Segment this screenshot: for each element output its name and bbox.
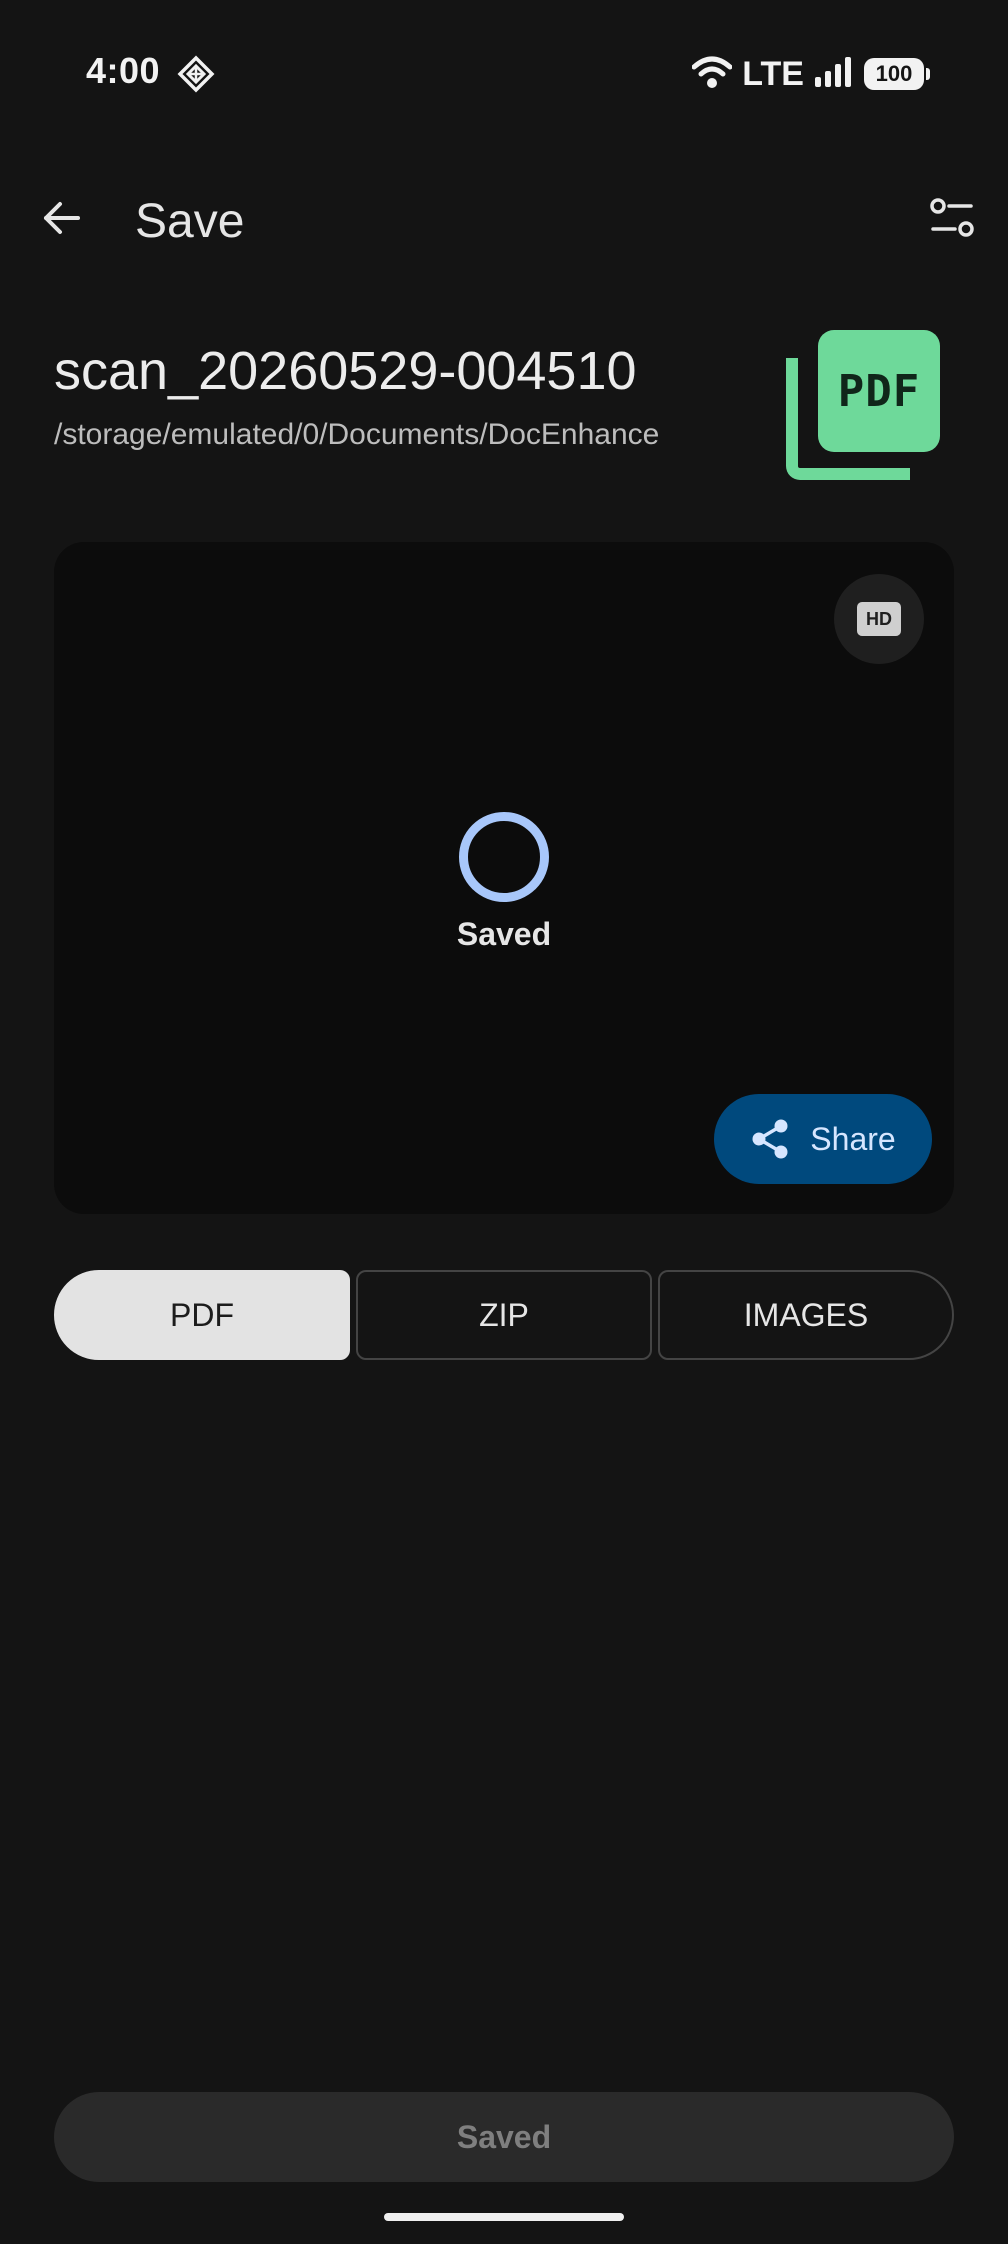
save-status-text: Saved [456, 916, 552, 952]
share-label: Share [810, 1120, 896, 1157]
status-time: 4:00 [86, 50, 161, 91]
progress-ring-icon [459, 812, 549, 902]
status-indicators: LTE 100 [691, 52, 930, 96]
format-option-images[interactable]: IMAGES [658, 1270, 954, 1360]
assistant-icon [176, 54, 216, 94]
screen: 4:00 LTE 100 Save scan_20260529-004510 /… [0, 0, 1008, 2244]
save-button[interactable]: Saved [54, 2092, 954, 2182]
hd-icon: HD [857, 602, 901, 636]
gesture-nav-bar[interactable] [384, 2213, 624, 2221]
arrow-back-icon [44, 202, 80, 234]
share-icon [752, 1119, 788, 1159]
wifi-icon [691, 55, 733, 94]
file-name: scan_20260529-004510 [54, 341, 637, 401]
share-button[interactable]: Share [714, 1094, 932, 1184]
page-title: Save [135, 195, 245, 248]
format-option-zip[interactable]: ZIP [356, 1270, 652, 1360]
status-bar: 4:00 LTE 100 [0, 0, 1008, 150]
file-path: /storage/emulated/0/Documents/DocEnhance [54, 418, 660, 451]
battery-icon: 100 [864, 58, 930, 90]
back-button[interactable] [30, 186, 94, 250]
format-option-pdf[interactable]: PDF [54, 1270, 350, 1360]
tune-icon [930, 198, 974, 237]
hd-toggle-button[interactable]: HD [834, 574, 924, 664]
settings-button[interactable] [920, 186, 984, 250]
pdf-badge-label: PDF [818, 330, 940, 452]
preview-card: HD Saved Share [54, 542, 954, 1214]
pdf-file-icon: PDF [786, 330, 942, 482]
format-selector: PDF ZIP IMAGES [54, 1270, 954, 1360]
app-bar: Save [0, 170, 1008, 270]
network-type: LTE [742, 54, 804, 93]
signal-icon [814, 56, 854, 92]
